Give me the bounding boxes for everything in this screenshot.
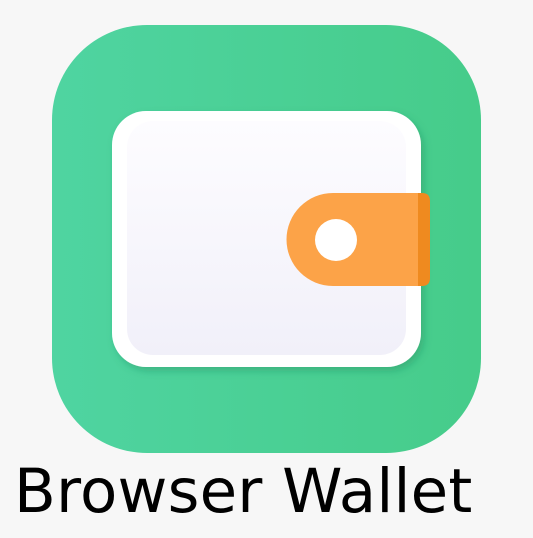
wallet-clasp <box>286 193 430 286</box>
app-name-label: Browser Wallet <box>14 456 473 527</box>
clasp-button <box>315 219 357 261</box>
app-tile[interactable]: Browser Wallet <box>0 0 533 538</box>
wallet-icon[interactable] <box>52 25 481 453</box>
